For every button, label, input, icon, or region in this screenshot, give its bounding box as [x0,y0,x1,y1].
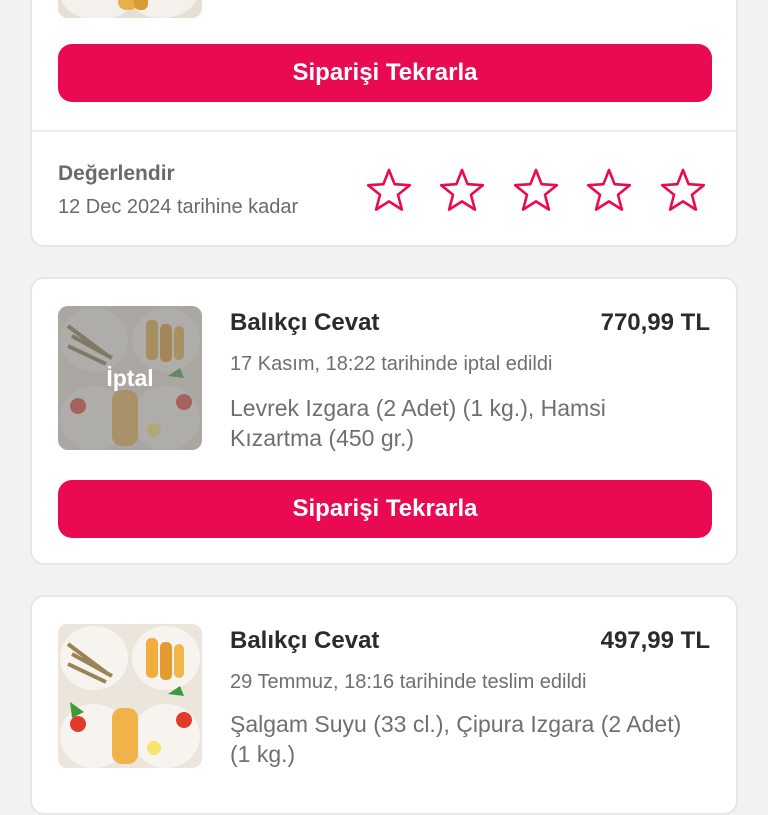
star-icon-2[interactable] [437,166,487,216]
divider [32,130,736,132]
rating-deadline: 12 Dec 2024 tarihine kadar [58,196,299,218]
order-card-2[interactable]: İptal Balıkçı Cevat 770,99 TL 17 Kasım, … [30,277,738,565]
order-card-3[interactable]: Balıkçı Cevat 497,99 TL 29 Temmuz, 18:16… [30,595,738,815]
repeat-order-button[interactable]: Siparişi Tekrarla [58,480,712,538]
cancelled-badge: İptal [58,306,202,450]
restaurant-name: Balıkçı Cevat [230,309,380,336]
star-icon-4[interactable] [584,166,634,216]
restaurant-name: Balıkçı Cevat [230,627,380,654]
star-icon-5[interactable] [658,166,708,216]
order-price: 497,99 TL [600,627,710,654]
order-thumbnail: İptal [58,306,202,450]
order-price: 770,99 TL [600,309,710,336]
order-items: Şalgam Suyu (33 cl.), Çipura Izgara (2 A… [230,711,682,767]
order-items: Levrek Izgara (2 Adet) (1 kg.), Hamsi Kı… [230,395,606,451]
repeat-order-label: Siparişi Tekrarla [292,59,478,86]
order-card-1: Siparişi Tekrarla Değerlendir 12 Dec 202… [30,0,738,247]
rating-title: Değerlendir [58,162,175,185]
order-thumbnail [58,0,202,18]
star-icon-1[interactable] [364,166,414,216]
order-thumbnail [58,624,202,768]
order-status: 29 Temmuz, 18:16 tarihinde teslim edildi [230,671,587,693]
repeat-order-label: Siparişi Tekrarla [292,495,478,522]
star-icon-3[interactable] [511,166,561,216]
order-status: 17 Kasım, 18:22 tarihinde iptal edildi [230,353,553,375]
repeat-order-button[interactable]: Siparişi Tekrarla [58,44,712,102]
